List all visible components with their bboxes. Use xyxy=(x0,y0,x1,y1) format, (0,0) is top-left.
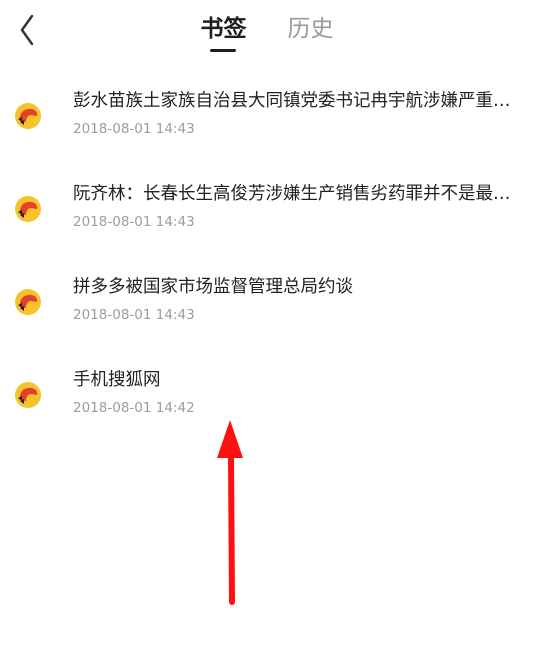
bookmark-time: 2018-08-01 14:43 xyxy=(73,121,195,137)
bookmark-title: 手机搜狐网 xyxy=(73,370,161,390)
bookmark-title: 彭水苗族土家族自治县大同镇党委书记冉宇航涉嫌严重违纪 xyxy=(73,91,515,111)
list-item[interactable]: 彭水苗族土家族自治县大同镇党委书记冉宇航涉嫌严重违纪 2018-08-01 14… xyxy=(0,74,534,167)
top-bar: 书签 历史 xyxy=(0,0,534,60)
bookmark-time: 2018-08-01 14:43 xyxy=(73,307,195,323)
tab-history[interactable]: 历史 xyxy=(288,14,334,44)
sohu-fox-icon xyxy=(15,382,41,408)
list-item[interactable]: 阮齐林：长春长生高俊芳涉嫌生产销售劣药罪并不是最终定性 2018-08-01 1… xyxy=(0,167,534,260)
list-item[interactable]: 拼多多被国家市场监督管理总局约谈 2018-08-01 14:43 xyxy=(0,260,534,353)
bookmark-time: 2018-08-01 14:42 xyxy=(73,400,195,416)
bookmark-title: 阮齐林：长春长生高俊芳涉嫌生产销售劣药罪并不是最终定性 xyxy=(73,184,515,204)
tab-bookmarks[interactable]: 书签 xyxy=(200,14,246,44)
tab-bar: 书签 历史 xyxy=(0,14,534,54)
bookmark-list: 彭水苗族土家族自治县大同镇党委书记冉宇航涉嫌严重违纪 2018-08-01 14… xyxy=(0,74,534,446)
list-item[interactable]: 手机搜狐网 2018-08-01 14:42 xyxy=(0,353,534,446)
sohu-fox-icon xyxy=(15,103,41,129)
bookmark-time: 2018-08-01 14:43 xyxy=(73,214,195,230)
sohu-fox-icon xyxy=(15,196,41,222)
bookmark-title: 拼多多被国家市场监督管理总局约谈 xyxy=(73,277,353,297)
annotation-arrow-icon xyxy=(217,420,243,605)
sohu-fox-icon xyxy=(15,289,41,315)
